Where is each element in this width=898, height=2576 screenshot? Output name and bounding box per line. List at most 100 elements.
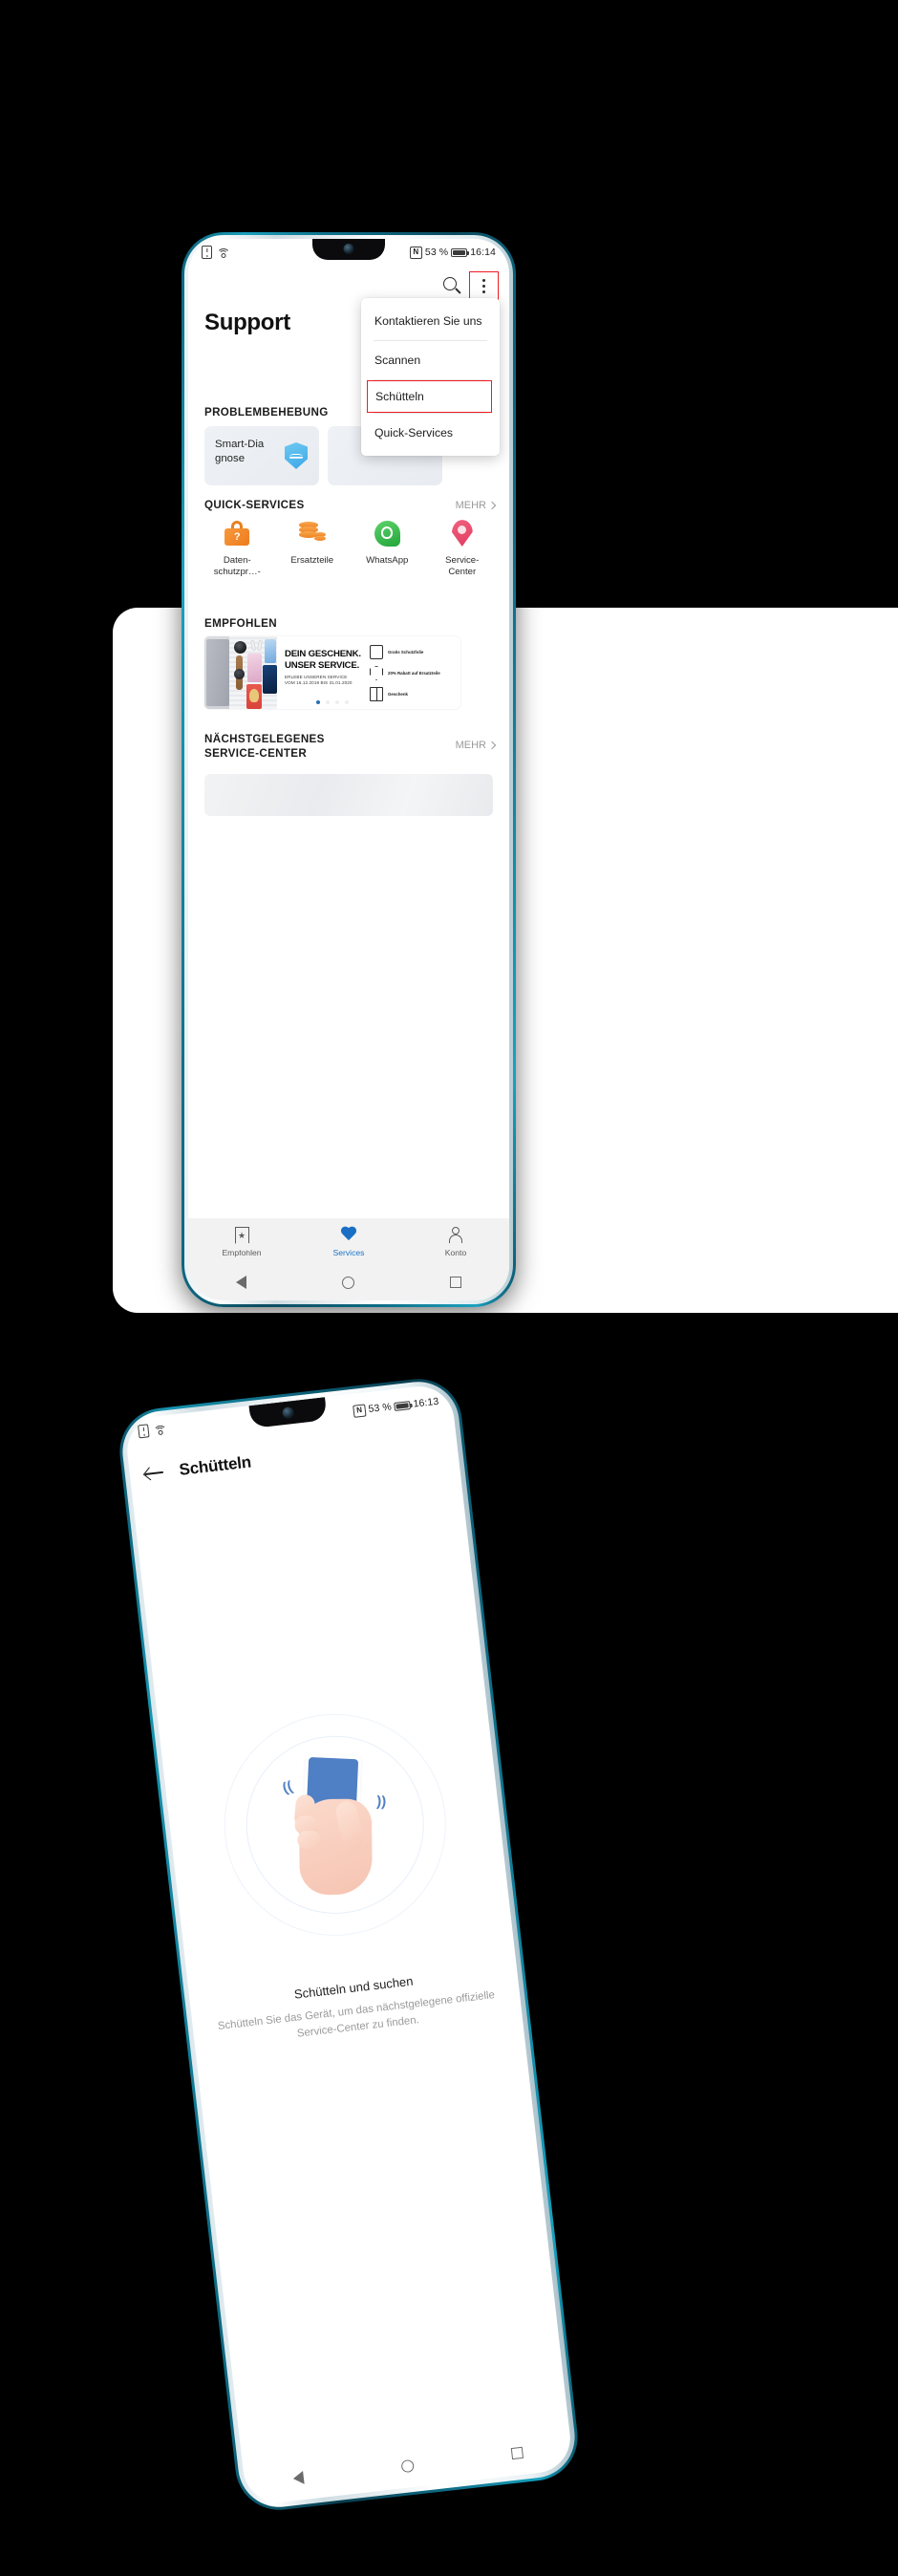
quick-service-label: Ersatzteile: [290, 555, 334, 566]
menu-item-schuetteln[interactable]: Schütteln: [367, 380, 492, 413]
back-arrow-icon[interactable]: [144, 1465, 165, 1482]
clock-label: 16:13: [412, 1395, 439, 1410]
phone-device-support-screen: N 53 % 16:14 Support Kontaktieren Sie un…: [182, 232, 516, 1307]
section-heading-nearest-center: NÄCHSTGELEGENES SERVICE-CENTER: [204, 732, 325, 761]
nearest-service-center-card[interactable]: [204, 774, 493, 816]
promo-banner-text: DEIN GESCHENK. UNSER SERVICE. ERLEBE UNS…: [285, 649, 361, 686]
promo-perk-item: Gratis Schutzfolie: [370, 645, 454, 659]
promo-banner-image: [204, 636, 277, 709]
carousel-dots[interactable]: [204, 700, 460, 704]
nfc-icon: N: [409, 246, 422, 259]
battery-percent-label: 53 %: [367, 1401, 393, 1416]
menu-item-label: Kontaktieren Sie uns: [374, 314, 482, 328]
quick-service-service-center[interactable]: Service- Center: [431, 518, 494, 578]
map-pin-icon: [451, 520, 473, 547]
smart-diagnose-label: Smart-Dia gnose: [215, 438, 282, 466]
menu-item-label: Schütteln: [375, 390, 424, 403]
coins-icon: [298, 522, 326, 545]
label-line-1: Daten-: [223, 555, 251, 566]
carousel-dot[interactable]: [345, 700, 349, 704]
bottom-nav-item-konto[interactable]: Konto: [425, 1226, 486, 1257]
person-icon: [448, 1227, 463, 1244]
label-line-1: Smart-Dia: [215, 439, 265, 450]
wifi-icon: [152, 1424, 168, 1440]
battery-icon: [451, 247, 470, 257]
search-icon[interactable]: [443, 277, 461, 295]
phone-film-icon: [370, 645, 383, 659]
more-label: MEHR: [455, 740, 486, 751]
hand-shaking-phone-illustration: (( )): [212, 1702, 459, 1948]
phone-device-shake-screen: N 53 % 16:13 Schütteln (( )) Schütteln u…: [115, 1374, 583, 2515]
sim-card-icon: [202, 246, 212, 259]
home-circle-icon[interactable]: [342, 1276, 354, 1289]
shake-illustration-wrapper: (( )): [160, 1696, 511, 1953]
page-title: Schütteln: [178, 1452, 252, 1479]
menu-item-quick-services[interactable]: Quick-Services: [361, 414, 500, 452]
wave-left-icon: ((: [280, 1778, 295, 1797]
bottom-nav-label: Konto: [444, 1247, 467, 1257]
bottom-navigation: ★ Empfohlen Services Konto: [188, 1218, 509, 1264]
phone-screen: N 53 % 16:13 Schütteln (( )) Schütteln u…: [123, 1383, 574, 2506]
nearest-center-more-link[interactable]: MEHR: [455, 740, 497, 751]
perk-label: 20% Rabatt auf Ersatzteile: [388, 670, 440, 676]
carousel-dot[interactable]: [326, 700, 330, 704]
menu-item-kontaktieren[interactable]: Kontaktieren Sie uns: [361, 302, 500, 340]
chevron-right-icon: [487, 741, 497, 750]
sim-card-icon: [138, 1424, 150, 1439]
wave-right-icon: )): [375, 1792, 387, 1811]
quick-services-grid: ? Daten- schutzpr…- Ersatzteile WhatsApp: [200, 518, 500, 578]
bookmark-star-icon: ★: [234, 1226, 249, 1244]
shield-pulse-icon: [285, 442, 308, 469]
bottom-nav-item-empfohlen[interactable]: ★ Empfohlen: [211, 1226, 272, 1257]
promo-perk-item: Geschenk: [370, 687, 454, 701]
heart-icon: [340, 1227, 357, 1243]
quick-service-whatsapp[interactable]: WhatsApp: [355, 518, 418, 578]
perk-label: Geschenk: [388, 691, 408, 697]
section-heading-troubleshooting: PROBLEMBEHEBUNG: [204, 406, 329, 419]
label-line-1: Service-: [445, 555, 480, 566]
overflow-menu: Kontaktieren Sie uns Scannen Schütteln Q…: [361, 298, 500, 456]
notch: [312, 239, 385, 260]
battery-percent-label: 53 %: [424, 247, 449, 258]
perk-label: Gratis Schutzfolie: [388, 649, 424, 655]
phone-screen: N 53 % 16:14 Support Kontaktieren Sie un…: [188, 239, 509, 1300]
promo-perk-item: 20% Rabatt auf Ersatzteile: [370, 666, 454, 680]
bottom-nav-label: Services: [332, 1247, 365, 1257]
label-line-2: Center: [448, 567, 477, 577]
lock-question-icon: ?: [224, 521, 250, 546]
menu-item-scannen[interactable]: Scannen: [361, 341, 500, 379]
home-circle-icon[interactable]: [400, 2458, 415, 2473]
back-triangle-icon[interactable]: [236, 1276, 246, 1289]
whatsapp-icon: [374, 520, 400, 547]
carousel-dot[interactable]: [316, 700, 320, 704]
recents-square-icon[interactable]: [450, 1277, 461, 1288]
screenshot-stage: N 53 % 16:14 Support Kontaktieren Sie un…: [0, 0, 898, 2576]
quick-service-ersatzteile[interactable]: Ersatzteile: [281, 518, 344, 578]
promo-title-line-1: DEIN GESCHENK.: [285, 649, 361, 659]
kebab-menu-icon[interactable]: [469, 271, 499, 301]
battery-icon: [394, 1400, 412, 1411]
promo-title-line-2: UNSER SERVICE.: [285, 660, 360, 671]
promo-subtitle-line-2: VOM 16.12.2019 BIS 31.01.2020: [285, 680, 353, 685]
bottom-nav-item-services[interactable]: Services: [318, 1226, 379, 1257]
page-title: Support: [204, 310, 290, 335]
label-line-2: gnose: [215, 453, 246, 464]
menu-item-label: Scannen: [374, 354, 421, 367]
recents-square-icon[interactable]: [510, 2446, 524, 2460]
clock-label: 16:14: [470, 247, 496, 258]
quick-services-more-link[interactable]: MEHR: [456, 500, 497, 511]
carousel-dot[interactable]: [335, 700, 339, 704]
promo-banner[interactable]: DEIN GESCHENK. UNSER SERVICE. ERLEBE UNS…: [204, 636, 460, 709]
quick-service-label: Daten- schutzpr…-: [205, 555, 268, 578]
heading-line-2: SERVICE-CENTER: [204, 747, 308, 760]
heading-line-1: NÄCHSTGELEGENES: [204, 733, 325, 745]
smart-diagnose-card[interactable]: Smart-Dia gnose: [204, 426, 319, 485]
chevron-right-icon: [487, 501, 497, 510]
section-heading-quick-services: QUICK-SERVICES: [204, 499, 305, 511]
menu-item-label: Quick-Services: [374, 426, 453, 440]
shield-wrench-icon: [370, 666, 383, 680]
back-triangle-icon[interactable]: [292, 2470, 305, 2486]
system-navigation-bar: [188, 1264, 509, 1300]
quick-service-label: WhatsApp: [366, 555, 409, 566]
quick-service-datenschutz[interactable]: ? Daten- schutzpr…-: [205, 518, 268, 578]
